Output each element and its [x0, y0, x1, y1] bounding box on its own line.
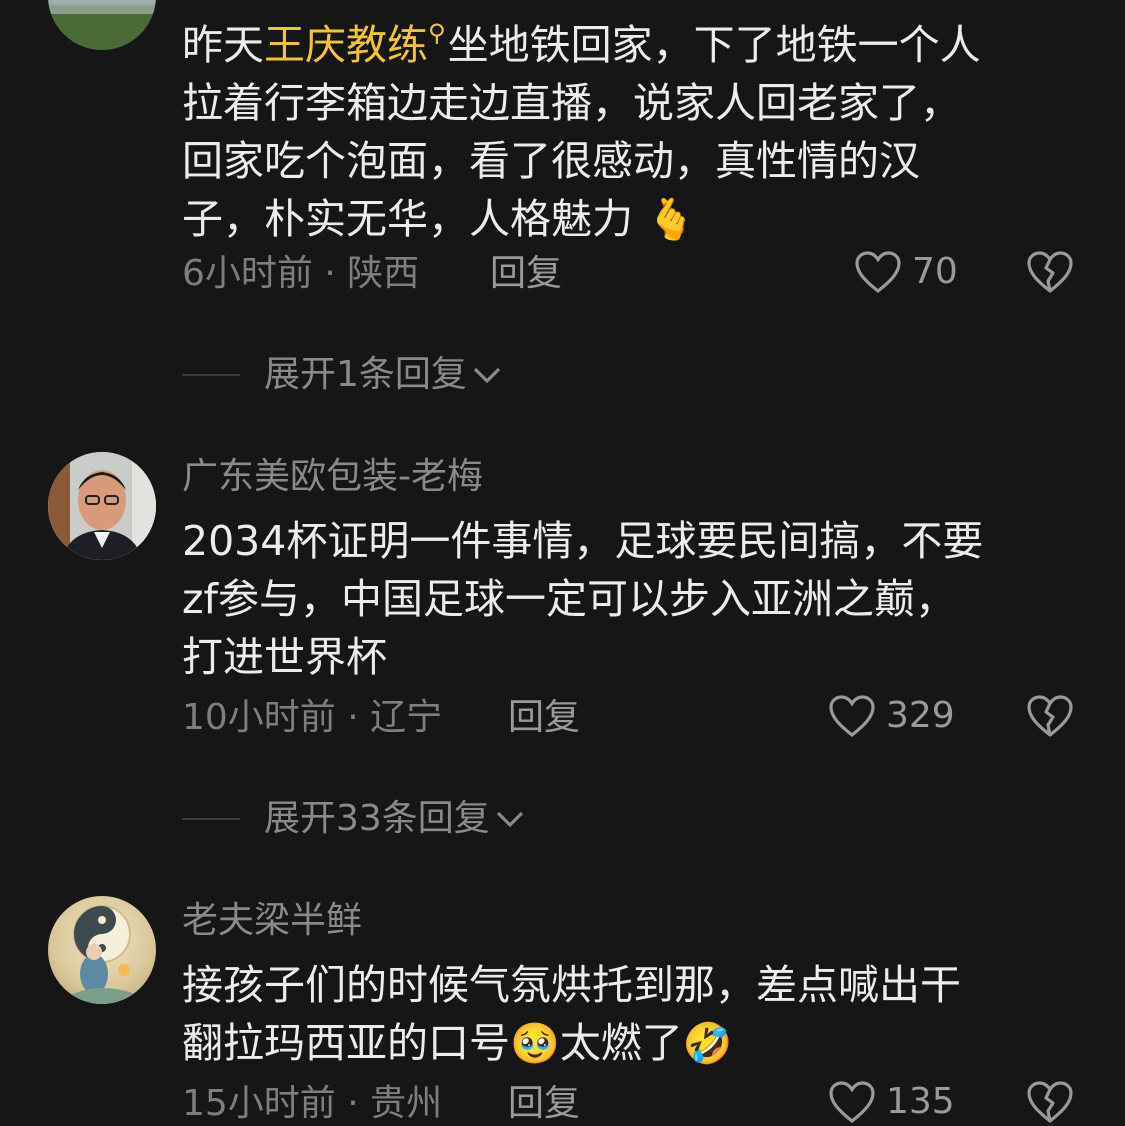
like-count: 329	[886, 695, 955, 736]
heart-outline-icon	[855, 251, 901, 294]
pleading-face-emoji: 🥹	[510, 1021, 560, 1067]
reply-button[interactable]: 回复	[508, 696, 580, 740]
user-mention-link[interactable]: 王庆教练	[264, 21, 428, 69]
chevron-down-icon	[496, 811, 523, 828]
comment-time-location: 6小时前 · 陕西	[182, 253, 420, 294]
chevron-down-icon	[473, 367, 501, 384]
like-button[interactable]: 329	[828, 694, 955, 738]
rolling-laughing-emoji: 🤣	[682, 1021, 733, 1067]
broken-heart-icon[interactable]	[1026, 248, 1074, 296]
comment-text: 2034杯证明一件事情，足球要民间搞，不要 zf参与，中国足球一定可以步入亚洲之…	[182, 517, 984, 681]
finger-heart-emoji: 🫰	[646, 197, 696, 243]
comment-time-location: 15小时前 · 贵州	[182, 1083, 443, 1124]
reply-button[interactable]: 回复	[490, 252, 562, 296]
username[interactable]: 广东美欧包装-老梅	[182, 455, 483, 499]
comment-time-location: 10小时前 · 辽宁	[182, 697, 443, 738]
expand-replies-button[interactable]: 展开1条回复	[182, 353, 503, 397]
avatar[interactable]	[48, 896, 156, 1004]
like-button[interactable]: 135	[828, 1080, 955, 1124]
heart-outline-icon	[829, 1081, 875, 1124]
avatar-person-photo	[48, 452, 156, 560]
reply-button[interactable]: 回复	[508, 1082, 580, 1126]
comment-text: 接孩子们的时候气氛烘托到那，差点喊出干 翻拉玛西亚的口号🥹太燃了🤣	[182, 961, 961, 1067]
avatar-illustration-image	[68, 905, 140, 1004]
divider	[182, 374, 240, 376]
expand-replies-button[interactable]: 展开33条回复	[182, 797, 526, 841]
username[interactable]: 老夫梁半鲜	[182, 899, 362, 943]
like-button[interactable]: 70	[854, 250, 958, 294]
search-icon[interactable]: ⚲	[428, 19, 446, 47]
comment-text: 昨天王庆教练⚲坐地铁回家，下了地铁一个人 拉着行李箱边走边直播，说家人回老家了，…	[182, 19, 981, 243]
broken-heart-icon[interactable]	[1026, 692, 1074, 740]
like-count: 135	[886, 1081, 955, 1122]
avatar[interactable]	[48, 452, 156, 560]
divider	[182, 818, 240, 820]
broken-heart-icon[interactable]	[1026, 1078, 1074, 1126]
like-count: 70	[912, 251, 958, 292]
avatar[interactable]	[48, 0, 156, 50]
heart-outline-icon	[829, 695, 875, 738]
avatar-landscape-image	[48, 6, 156, 50]
